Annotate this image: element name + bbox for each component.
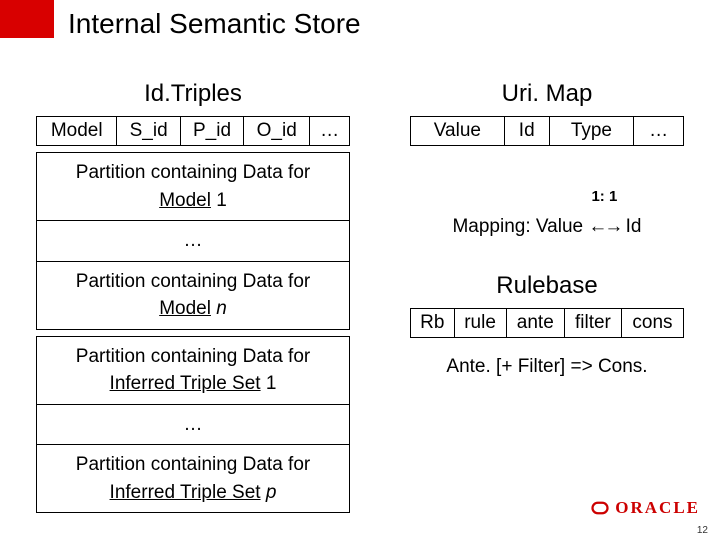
- idtriples-partitions: Partition containing Data for Model 1 … …: [36, 152, 350, 330]
- partition-row: Partition containing Data for Model 1: [37, 153, 350, 221]
- col-oid: O_id: [244, 117, 310, 146]
- brand-square: [0, 0, 54, 38]
- page-title: Internal Semantic Store: [68, 8, 361, 40]
- col-rule: rule: [454, 309, 506, 338]
- col-ante: ante: [506, 309, 564, 338]
- partition-row: Partition containing Data for Inferred T…: [37, 445, 350, 513]
- partition-ellipsis: …: [37, 221, 350, 262]
- col-cons: cons: [621, 309, 683, 338]
- col-more: …: [634, 117, 684, 146]
- rulebase-header-row: Rb rule ante filter cons: [410, 308, 684, 338]
- idtriples-heading: Id.Triples: [36, 80, 350, 108]
- left-column: Id.Triples Model S_id P_id O_id … Partit…: [36, 80, 350, 513]
- col-filter: filter: [564, 309, 621, 338]
- double-arrow-icon: 1: 1←→: [588, 194, 620, 238]
- footer-brand: ORACLE: [591, 498, 700, 518]
- urimap-heading: Uri. Map: [410, 80, 684, 108]
- urimap-header-row: Value Id Type …: [410, 116, 684, 146]
- mapping-note: Mapping: Value 1: 1←→ Id: [410, 194, 684, 238]
- inferred-partitions: Partition containing Data for Inferred T…: [36, 336, 350, 514]
- col-id: Id: [504, 117, 549, 146]
- col-rb: Rb: [411, 309, 455, 338]
- partition-ellipsis: …: [37, 404, 350, 445]
- content: Id.Triples Model S_id P_id O_id … Partit…: [36, 80, 684, 513]
- col-value: Value: [411, 117, 505, 146]
- rulebase-heading: Rulebase: [410, 272, 684, 300]
- col-type: Type: [549, 117, 633, 146]
- idtriples-header-row: Model S_id P_id O_id …: [36, 116, 350, 146]
- col-sid: S_id: [117, 117, 180, 146]
- partition-row: Partition containing Data for Inferred T…: [37, 336, 350, 404]
- col-pid: P_id: [180, 117, 243, 146]
- brand-text: ORACLE: [615, 498, 700, 518]
- oracle-logo-icon: [591, 499, 609, 517]
- col-model: Model: [37, 117, 117, 146]
- col-more: …: [310, 117, 350, 146]
- rule-note: Ante. [+ Filter] => Cons.: [410, 356, 684, 378]
- partition-row: Partition containing Data for Model n: [37, 261, 350, 329]
- right-column: Uri. Map Value Id Type … Mapping: Value …: [410, 80, 684, 513]
- page-number: 12: [697, 525, 708, 536]
